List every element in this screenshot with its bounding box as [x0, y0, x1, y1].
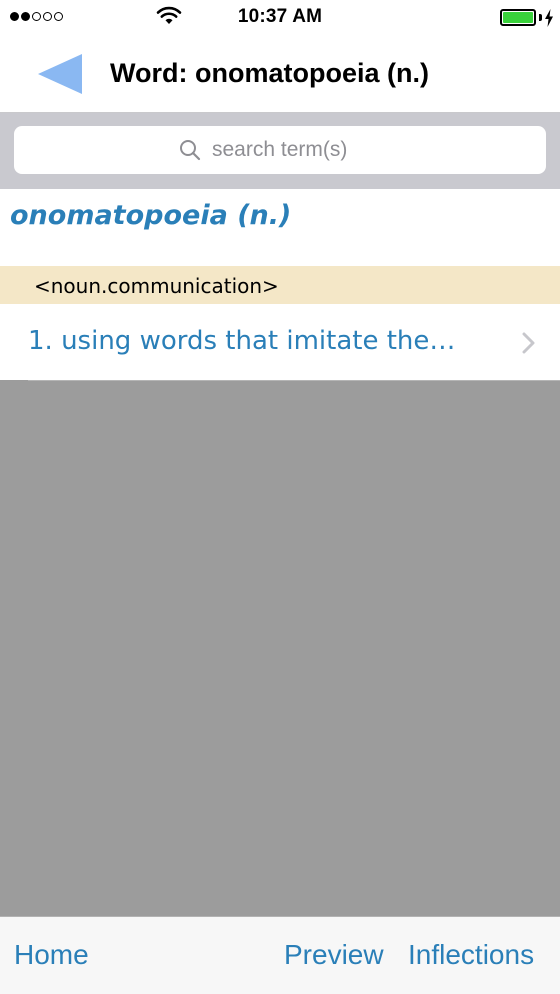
charging-bolt-icon [545, 9, 553, 27]
chevron-right-icon [522, 332, 535, 354]
search-icon [180, 140, 201, 161]
category-header: <noun.communication> [0, 266, 560, 304]
search-field[interactable] [14, 126, 546, 174]
category-label: <noun.communication> [34, 274, 279, 298]
page-title: Word: onomatopoeia (n.) [110, 58, 429, 88]
search-bar [0, 113, 560, 189]
battery-level [503, 12, 533, 23]
search-input[interactable] [212, 138, 382, 162]
bottom-toolbar: Home Preview Inflections [0, 916, 560, 994]
app-screen: 10:37 AM Word: onomatopoeia (n.) onomato… [0, 0, 560, 994]
back-arrow-icon [38, 54, 82, 94]
battery-icon [500, 9, 536, 26]
preview-button[interactable]: Preview [284, 939, 384, 971]
sense-row[interactable]: 1. using words that imitate the… [0, 304, 560, 380]
home-button[interactable]: Home [14, 939, 89, 971]
back-button[interactable] [36, 52, 86, 96]
status-time: 10:37 AM [237, 6, 323, 27]
headword-title: onomatopoeia (n.) [10, 200, 292, 231]
navigation-bar: Word: onomatopoeia (n.) [0, 36, 560, 113]
empty-content-area [0, 380, 560, 916]
inflections-button[interactable]: Inflections [408, 939, 534, 971]
status-bar: 10:37 AM [0, 0, 560, 36]
battery-tip [539, 14, 542, 21]
row-divider [28, 380, 560, 381]
sense-definition: 1. using words that imitate the… [28, 326, 456, 356]
